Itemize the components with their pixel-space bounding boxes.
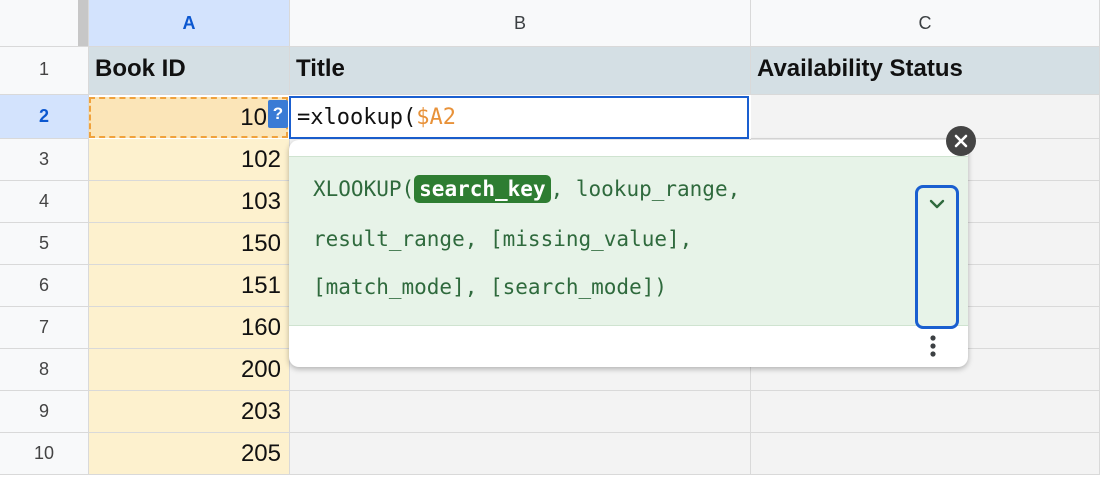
column-header-c[interactable]: C [751, 0, 1100, 47]
cell-a4[interactable]: 103 [89, 181, 290, 223]
row-header-1[interactable]: 1 [0, 47, 89, 95]
chevron-down-icon [929, 199, 945, 209]
row-header-3[interactable]: 3 [0, 139, 89, 181]
cell-b1[interactable]: Title [290, 47, 751, 95]
signature-args-1: , lookup_range, [550, 177, 741, 201]
formula-text: =xlookup( [297, 105, 417, 130]
signature-line-3: [match_mode], [search_mode]) [313, 275, 668, 299]
close-icon [954, 134, 968, 148]
cell-a9[interactable]: 203 [89, 391, 290, 433]
formula-help-button[interactable]: ? [268, 100, 288, 128]
row-header-4[interactable]: 4 [0, 181, 89, 223]
cell-c10[interactable] [751, 433, 1100, 475]
cell-c2[interactable] [751, 95, 1100, 139]
row-header-5[interactable]: 5 [0, 223, 89, 265]
more-options-button[interactable] [923, 332, 943, 362]
cell-a7[interactable]: 160 [89, 307, 290, 349]
signature-line-1: XLOOKUP(search_key, lookup_range, [313, 175, 741, 203]
cell-c9[interactable] [751, 391, 1100, 433]
active-argument: search_key [414, 175, 551, 203]
cell-c1[interactable]: Availability Status [751, 47, 1100, 95]
close-help-button[interactable] [946, 126, 976, 156]
select-all-corner[interactable] [0, 0, 89, 47]
function-name: XLOOKUP( [313, 177, 415, 201]
cell-a1[interactable]: Book ID [89, 47, 290, 95]
row-header-7[interactable]: 7 [0, 307, 89, 349]
frozen-column-handle[interactable] [78, 0, 88, 46]
more-vert-icon [930, 335, 936, 357]
formula-cell-reference: $A2 [416, 105, 456, 130]
cell-b2-formula-editor[interactable]: =xlookup($A2 [289, 96, 749, 139]
expand-help-button[interactable] [915, 185, 959, 329]
row-header-8[interactable]: 8 [0, 349, 89, 391]
cell-b10[interactable] [290, 433, 751, 475]
cell-b9[interactable] [290, 391, 751, 433]
column-header-b[interactable]: B [290, 0, 751, 47]
row-header-9[interactable]: 9 [0, 391, 89, 433]
row-header-6[interactable]: 6 [0, 265, 89, 307]
function-signature-panel: XLOOKUP(search_key, lookup_range, result… [289, 156, 968, 329]
cell-a10[interactable]: 205 [89, 433, 290, 475]
formula-help-popup: XLOOKUP(search_key, lookup_range, result… [289, 140, 968, 367]
column-header-a[interactable]: A [89, 0, 290, 47]
signature-line-2: result_range, [missing_value], [313, 227, 693, 251]
spreadsheet-grid: A B C 1 Book ID Title Availability Statu… [0, 0, 1100, 480]
row-header-10[interactable]: 10 [0, 433, 89, 475]
cell-a5[interactable]: 150 [89, 223, 290, 265]
cell-a2-value: 10 [240, 104, 267, 131]
row-header-2[interactable]: 2 [0, 95, 89, 139]
cell-a6[interactable]: 151 [89, 265, 290, 307]
cell-a3[interactable]: 102 [89, 139, 290, 181]
cell-a8[interactable]: 200 [89, 349, 290, 391]
